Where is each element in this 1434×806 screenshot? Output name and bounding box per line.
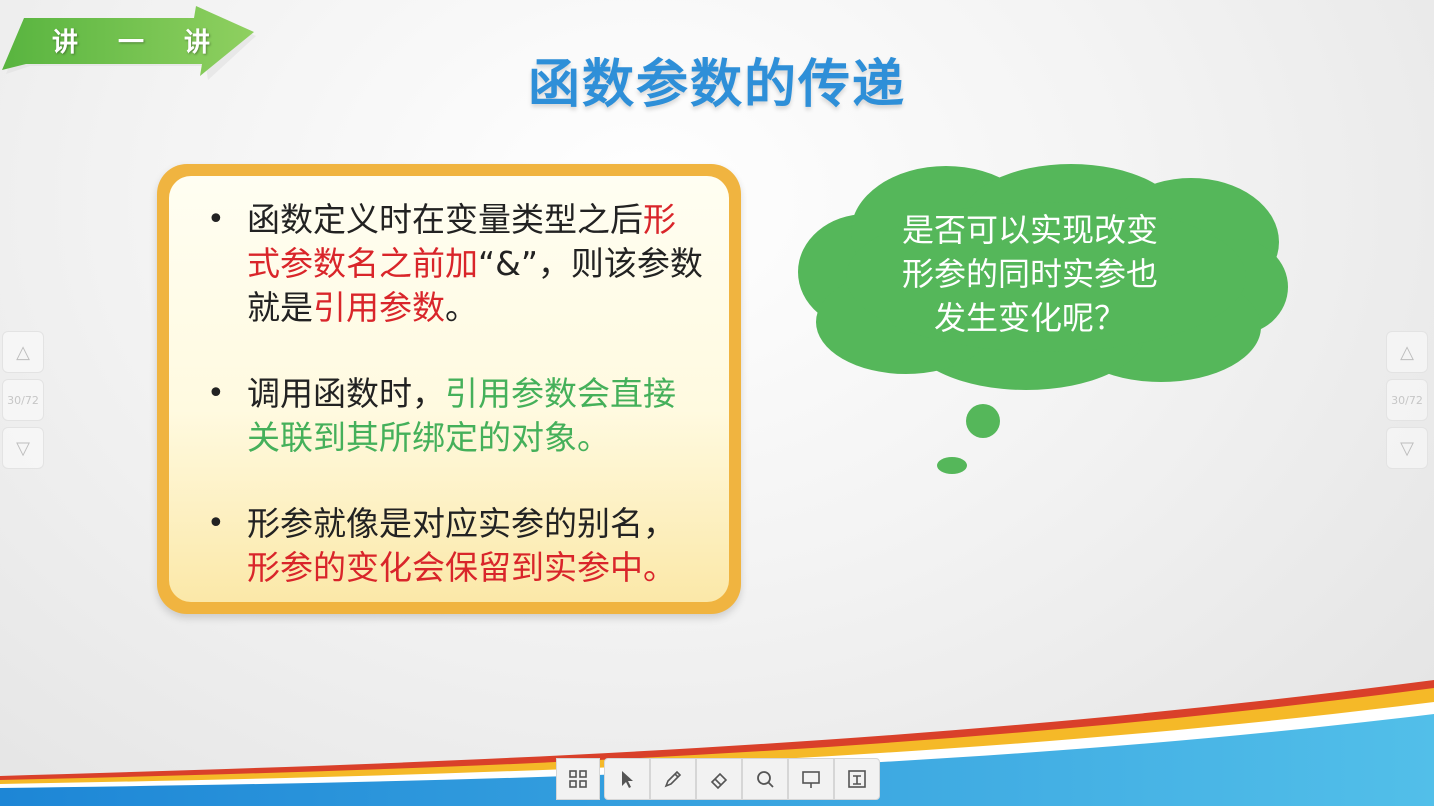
next-page-button[interactable]: ▽ bbox=[2, 427, 44, 469]
page-number: 30/72 bbox=[7, 393, 39, 407]
left-page-nav: △ 30/72 ▽ bbox=[2, 331, 46, 475]
cloud-question: 是否可以实现改变 形参的同时实参也 发生变化呢？ bbox=[860, 208, 1200, 340]
eraser-icon bbox=[710, 772, 728, 790]
bullet-item: • 形参就像是对应实参的别名， 形参的变化会保留到实参中。 bbox=[207, 502, 707, 590]
bullet-segment-red: 形参的变化会保留到实参中。 bbox=[247, 548, 676, 587]
eraser-button[interactable] bbox=[696, 758, 742, 800]
bullet-segment: 函数定义时在变量类型之后 bbox=[247, 200, 643, 239]
bullet-text: 调用函数时，引用参数会直接关联到其所绑定的对象。 bbox=[247, 372, 707, 460]
pen-icon bbox=[664, 770, 682, 788]
thought-bubble-small bbox=[937, 457, 967, 474]
slide: 讲 一 讲 函数参数的传递 • 函数定义时在变量类型之后形式参数名之前加“&”，… bbox=[0, 0, 1434, 806]
bullet-segment: 调用函数时， bbox=[247, 374, 445, 413]
page-indicator: 30/72 bbox=[2, 379, 44, 421]
bullet-item: • 函数定义时在变量类型之后形式参数名之前加“&”，则该参数就是引用参数。 bbox=[207, 198, 707, 330]
presentation-toolbar bbox=[556, 758, 880, 802]
bullet-text: 形参就像是对应实参的别名， 形参的变化会保留到实参中。 bbox=[247, 502, 707, 590]
board-icon bbox=[802, 771, 820, 788]
bullet-segment: 形参就像是对应实参的别名， bbox=[247, 504, 676, 543]
cloud-line: 形参的同时实参也 bbox=[901, 255, 1158, 293]
bullet-dot: • bbox=[207, 506, 225, 541]
prev-page-button[interactable]: △ bbox=[1386, 331, 1428, 373]
page-number: 30/72 bbox=[1391, 393, 1423, 407]
right-page-nav: △ 30/72 ▽ bbox=[1386, 331, 1430, 475]
bullet-item: • 调用函数时，引用参数会直接关联到其所绑定的对象。 bbox=[207, 372, 707, 460]
slide-title: 函数参数的传递 bbox=[527, 55, 906, 115]
grid-button[interactable] bbox=[556, 758, 600, 800]
chevron-down-icon: ▽ bbox=[16, 437, 30, 459]
grid-icon bbox=[569, 770, 587, 788]
cloud-line: 是否可以实现改变 bbox=[901, 211, 1158, 249]
prev-page-button[interactable]: △ bbox=[2, 331, 44, 373]
screen-icon bbox=[848, 770, 866, 788]
thought-bubble-large bbox=[966, 404, 1000, 438]
bullet-dot: • bbox=[207, 376, 225, 411]
board-button[interactable] bbox=[788, 758, 834, 800]
chevron-up-icon: △ bbox=[1400, 341, 1414, 363]
content-panel-inner: • 函数定义时在变量类型之后形式参数名之前加“&”，则该参数就是引用参数。 • … bbox=[169, 176, 729, 602]
pointer-icon bbox=[622, 771, 633, 788]
zoom-icon bbox=[757, 771, 774, 788]
next-page-button[interactable]: ▽ bbox=[1386, 427, 1428, 469]
content-panel: • 函数定义时在变量类型之后形式参数名之前加“&”，则该参数就是引用参数。 • … bbox=[157, 164, 741, 614]
pen-button[interactable] bbox=[650, 758, 696, 800]
screen-button[interactable] bbox=[834, 758, 880, 800]
pointer-button[interactable] bbox=[604, 758, 650, 800]
chevron-down-icon: ▽ bbox=[1400, 437, 1414, 459]
page-indicator: 30/72 bbox=[1386, 379, 1428, 421]
chevron-up-icon: △ bbox=[16, 341, 30, 363]
zoom-button[interactable] bbox=[742, 758, 788, 800]
bullet-segment: 。 bbox=[445, 288, 478, 327]
bullet-text: 函数定义时在变量类型之后形式参数名之前加“&”，则该参数就是引用参数。 bbox=[247, 198, 707, 330]
bullet-segment-red: 引用参数 bbox=[313, 288, 445, 327]
cloud-line: 发生变化呢？ bbox=[933, 299, 1126, 337]
bullet-dot: • bbox=[207, 202, 225, 237]
